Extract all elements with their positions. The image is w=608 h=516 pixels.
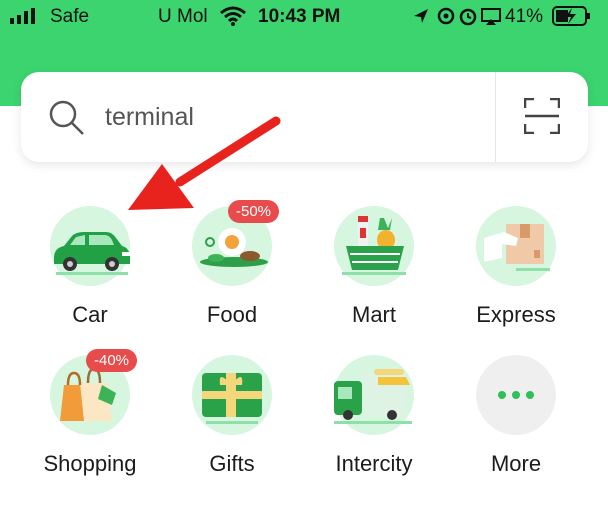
red-arrow-icon — [128, 116, 281, 210]
